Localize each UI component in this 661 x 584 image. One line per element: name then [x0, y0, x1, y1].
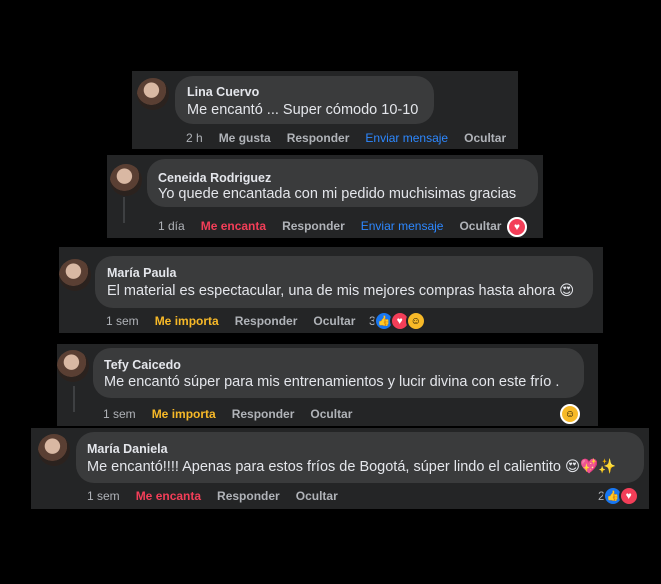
reaction-summary[interactable]: 3 👍 ♥ ☺ — [369, 311, 426, 331]
comment-actions: 1 sem Me importa Responder Ocultar — [106, 314, 371, 328]
comment-time[interactable]: 2 h — [186, 131, 203, 145]
send-message-link[interactable]: Enviar mensaje — [365, 131, 448, 145]
comment-actions: 1 día Me encanta Responder Enviar mensaje Oc… — [158, 219, 517, 233]
reaction-summary[interactable]: ♥ — [507, 217, 527, 237]
comment-bubble — [95, 256, 593, 308]
reaction-summary[interactable]: 2 👍 ♥ — [598, 486, 639, 506]
thread-line — [123, 197, 125, 223]
comment-time[interactable]: 1 día — [158, 219, 185, 233]
reply-button[interactable]: Responder — [232, 407, 295, 421]
comment-text: Me encantó!!!! Apenas para estos fríos d… — [87, 459, 617, 475]
reply-button[interactable]: Responder — [235, 314, 298, 328]
comment-time[interactable]: 1 sem — [106, 314, 139, 328]
love-button[interactable]: Me encanta — [201, 219, 266, 233]
commenter-name[interactable]: Ceneida Rodriguez — [158, 171, 271, 185]
avatar[interactable] — [110, 164, 142, 196]
hide-button[interactable]: Ocultar — [313, 314, 355, 328]
avatar[interactable] — [38, 434, 70, 466]
comment-text: Me encantó ... Super cómodo 10-10 — [187, 102, 419, 118]
avatar[interactable] — [57, 350, 89, 382]
avatar[interactable] — [59, 259, 91, 291]
send-message-link[interactable]: Enviar mensaje — [361, 219, 444, 233]
commenter-name[interactable]: María Paula — [107, 266, 176, 280]
comment-text: Yo quede encantada con mi pedido muchisi… — [158, 186, 517, 202]
like-button[interactable]: Me gusta — [219, 131, 271, 145]
care-button[interactable]: Me importa — [152, 407, 216, 421]
reaction-summary[interactable]: ☺ — [560, 404, 580, 424]
love-reaction-icon: ♥ — [618, 486, 639, 506]
care-button[interactable]: Me importa — [155, 314, 219, 328]
comment-text: Me encantó súper para mis entrenamientos… — [104, 374, 560, 390]
reply-button[interactable]: Responder — [217, 489, 280, 503]
comment-actions: 2 h Me gusta Responder Enviar mensaje Oculta… — [186, 131, 522, 145]
hide-button[interactable]: Ocultar — [310, 407, 352, 421]
avatar[interactable] — [137, 78, 169, 110]
care-reaction-icon: ☺ — [405, 311, 426, 331]
hide-button[interactable]: Ocultar — [296, 489, 338, 503]
comment-time[interactable]: 1 sem — [103, 407, 136, 421]
comment-card: Lina Cuervo Me encantó ... Super cómodo … — [132, 71, 518, 149]
comment-actions: 1 sem Me importa Responder Ocultar — [103, 407, 368, 421]
commenter-name[interactable]: María Daniela — [87, 442, 168, 456]
thread-line — [73, 386, 75, 412]
hide-button[interactable]: Ocultar — [459, 219, 501, 233]
comment-time[interactable]: 1 sem — [87, 489, 120, 503]
love-button[interactable]: Me encanta — [136, 489, 201, 503]
comment-card: Ceneida Rodriguez Yo quede encantada con… — [107, 155, 543, 238]
reply-button[interactable]: Responder — [287, 131, 350, 145]
commenter-name[interactable]: Lina Cuervo — [187, 85, 259, 99]
comment-actions: 1 sem Me encanta Responder Ocultar — [87, 489, 354, 503]
reply-button[interactable]: Responder — [282, 219, 345, 233]
care-reaction-icon: ☺ — [560, 404, 580, 424]
comment-bubble — [93, 348, 584, 398]
comment-text: El material es espectacular, una de mis … — [107, 283, 575, 299]
commenter-name[interactable]: Tefy Caicedo — [104, 358, 181, 372]
hide-button[interactable]: Ocultar — [464, 131, 506, 145]
comment-card: Tefy Caicedo Me encantó súper para mis e… — [57, 344, 598, 426]
comment-card: María Daniela Me encantó!!!! Apenas para… — [31, 428, 649, 509]
love-reaction-icon: ♥ — [507, 217, 527, 237]
comment-card: María Paula El material es espectacular,… — [59, 247, 603, 333]
